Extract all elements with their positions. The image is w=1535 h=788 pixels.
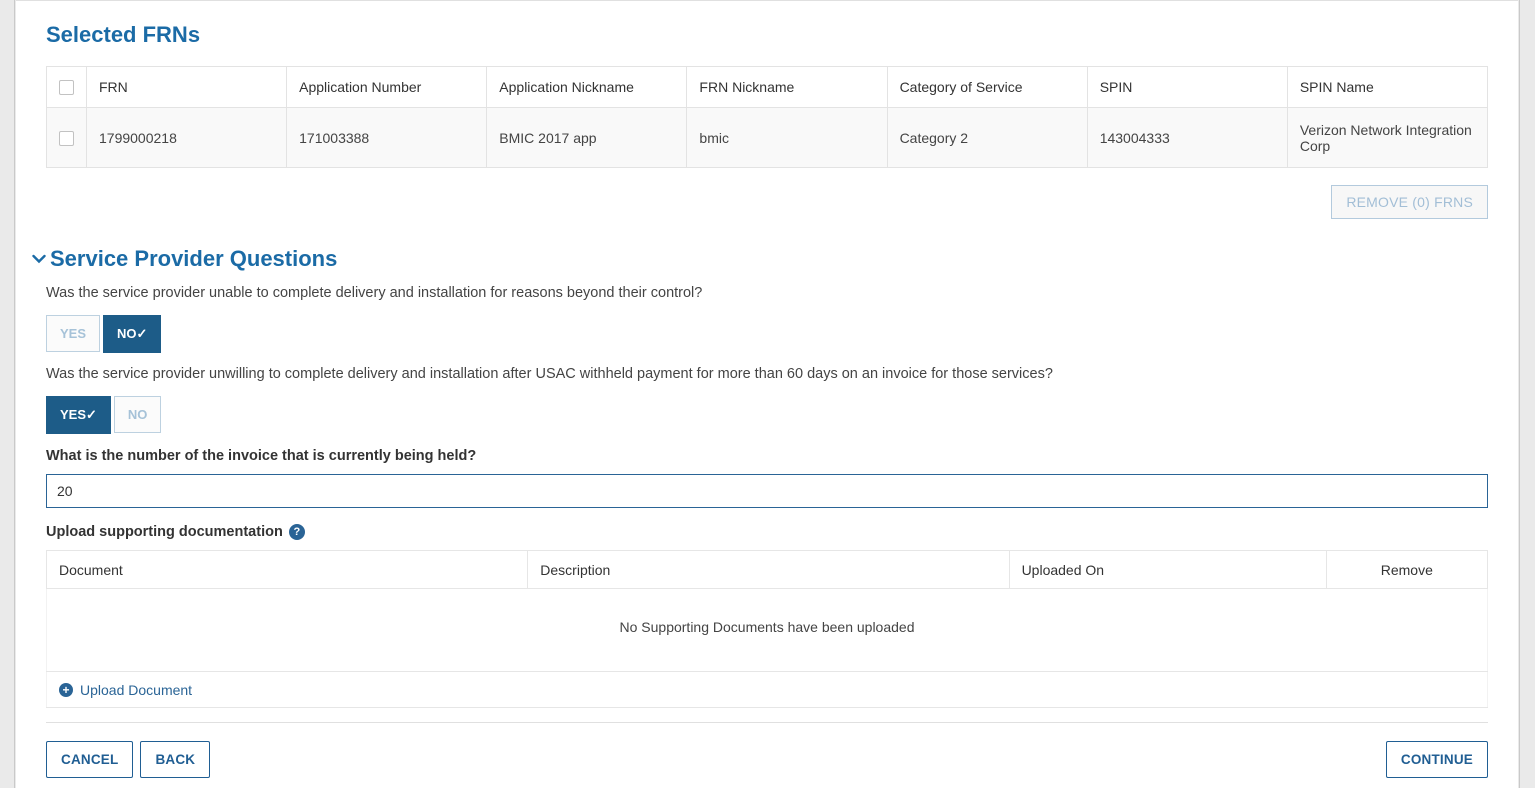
upload-document-link[interactable]: + Upload Document — [59, 682, 192, 698]
question2-no-button[interactable]: NO — [114, 396, 162, 433]
question1-text: Was the service provider unable to compl… — [46, 285, 1488, 301]
remove-frns-button[interactable]: REMOVE (0) FRNS — [1331, 185, 1488, 219]
continue-button[interactable]: CONTINUE — [1386, 741, 1488, 778]
q1-yes-label: YES — [60, 326, 86, 341]
empty-state-row: No Supporting Documents have been upload… — [47, 589, 1488, 672]
page-title: Selected FRNs — [46, 22, 1488, 48]
service-provider-questions-heading: Service Provider Questions — [46, 246, 1488, 272]
question2-toggle: YES✓ NO — [46, 396, 1488, 434]
back-button[interactable]: BACK — [140, 741, 210, 778]
col-frn: FRN — [87, 67, 287, 108]
invoice-number-input[interactable] — [46, 474, 1488, 508]
select-all-checkbox[interactable] — [59, 80, 74, 95]
q1-no-check-icon: ✓ — [137, 326, 148, 341]
col-document: Document — [47, 551, 528, 589]
right-gutter — [1519, 0, 1535, 788]
left-gutter — [0, 0, 15, 788]
frn-table-header-row: FRN Application Number Application Nickn… — [47, 67, 1488, 108]
question1-toggle: YES NO✓ — [46, 315, 1488, 353]
footer-actions: CANCEL BACK CONTINUE — [46, 741, 1488, 778]
upload-table-header-row: Document Description Uploaded On Remove — [47, 551, 1488, 589]
upload-documents-table: Document Description Uploaded On Remove … — [46, 550, 1488, 708]
remove-button-row: REMOVE (0) FRNS — [46, 185, 1488, 219]
upload-heading-text: Upload supporting documentation — [46, 524, 283, 540]
footer-divider — [46, 722, 1488, 723]
col-application-nickname: Application Nickname — [487, 67, 687, 108]
chevron-down-icon[interactable] — [32, 254, 46, 264]
help-icon[interactable]: ? — [289, 524, 305, 540]
main-content: Selected FRNs FRN Application Number App… — [16, 0, 1518, 788]
q2-yes-label: YES — [60, 407, 86, 422]
upload-documentation-heading: Upload supporting documentation ? — [46, 524, 1488, 540]
question2-text: Was the service provider unwilling to co… — [46, 366, 1488, 382]
col-description: Description — [528, 551, 1009, 589]
cancel-button[interactable]: CANCEL — [46, 741, 133, 778]
cell-application-nickname: BMIC 2017 app — [487, 108, 687, 168]
q2-yes-check-icon: ✓ — [86, 407, 97, 422]
plus-circle-icon: + — [59, 683, 73, 697]
q2-no-label: NO — [128, 407, 148, 422]
cell-frn-nickname: bmic — [687, 108, 887, 168]
col-application-number: Application Number — [287, 67, 487, 108]
upload-link-row: + Upload Document — [47, 672, 1488, 708]
selected-frns-table: FRN Application Number Application Nickn… — [46, 66, 1488, 168]
q1-no-label: NO — [117, 326, 137, 341]
col-remove: Remove — [1326, 551, 1487, 589]
col-frn-nickname: FRN Nickname — [687, 67, 887, 108]
cell-frn: 1799000218 — [87, 108, 287, 168]
select-all-cell — [47, 67, 87, 108]
section-title-text: Service Provider Questions — [50, 246, 337, 272]
upload-document-label: Upload Document — [80, 682, 192, 698]
row-checkbox[interactable] — [59, 131, 74, 146]
page: Selected FRNs FRN Application Number App… — [0, 0, 1535, 788]
col-spin-name: SPIN Name — [1287, 67, 1487, 108]
invoice-number-label: What is the number of the invoice that i… — [46, 448, 1488, 464]
question1-no-button[interactable]: NO✓ — [103, 315, 161, 353]
table-row: 1799000218 171003388 BMIC 2017 app bmic … — [47, 108, 1488, 168]
col-category-of-service: Category of Service — [887, 67, 1087, 108]
row-checkbox-cell — [47, 108, 87, 168]
cell-spin-name: Verizon Network Integration Corp — [1287, 108, 1487, 168]
col-uploaded-on: Uploaded On — [1009, 551, 1326, 589]
empty-state-message: No Supporting Documents have been upload… — [47, 589, 1488, 672]
question1-yes-button[interactable]: YES — [46, 315, 100, 352]
cell-spin: 143004333 — [1087, 108, 1287, 168]
cell-category-of-service: Category 2 — [887, 108, 1087, 168]
question2-yes-button[interactable]: YES✓ — [46, 396, 111, 434]
col-spin: SPIN — [1087, 67, 1287, 108]
cell-application-number: 171003388 — [287, 108, 487, 168]
